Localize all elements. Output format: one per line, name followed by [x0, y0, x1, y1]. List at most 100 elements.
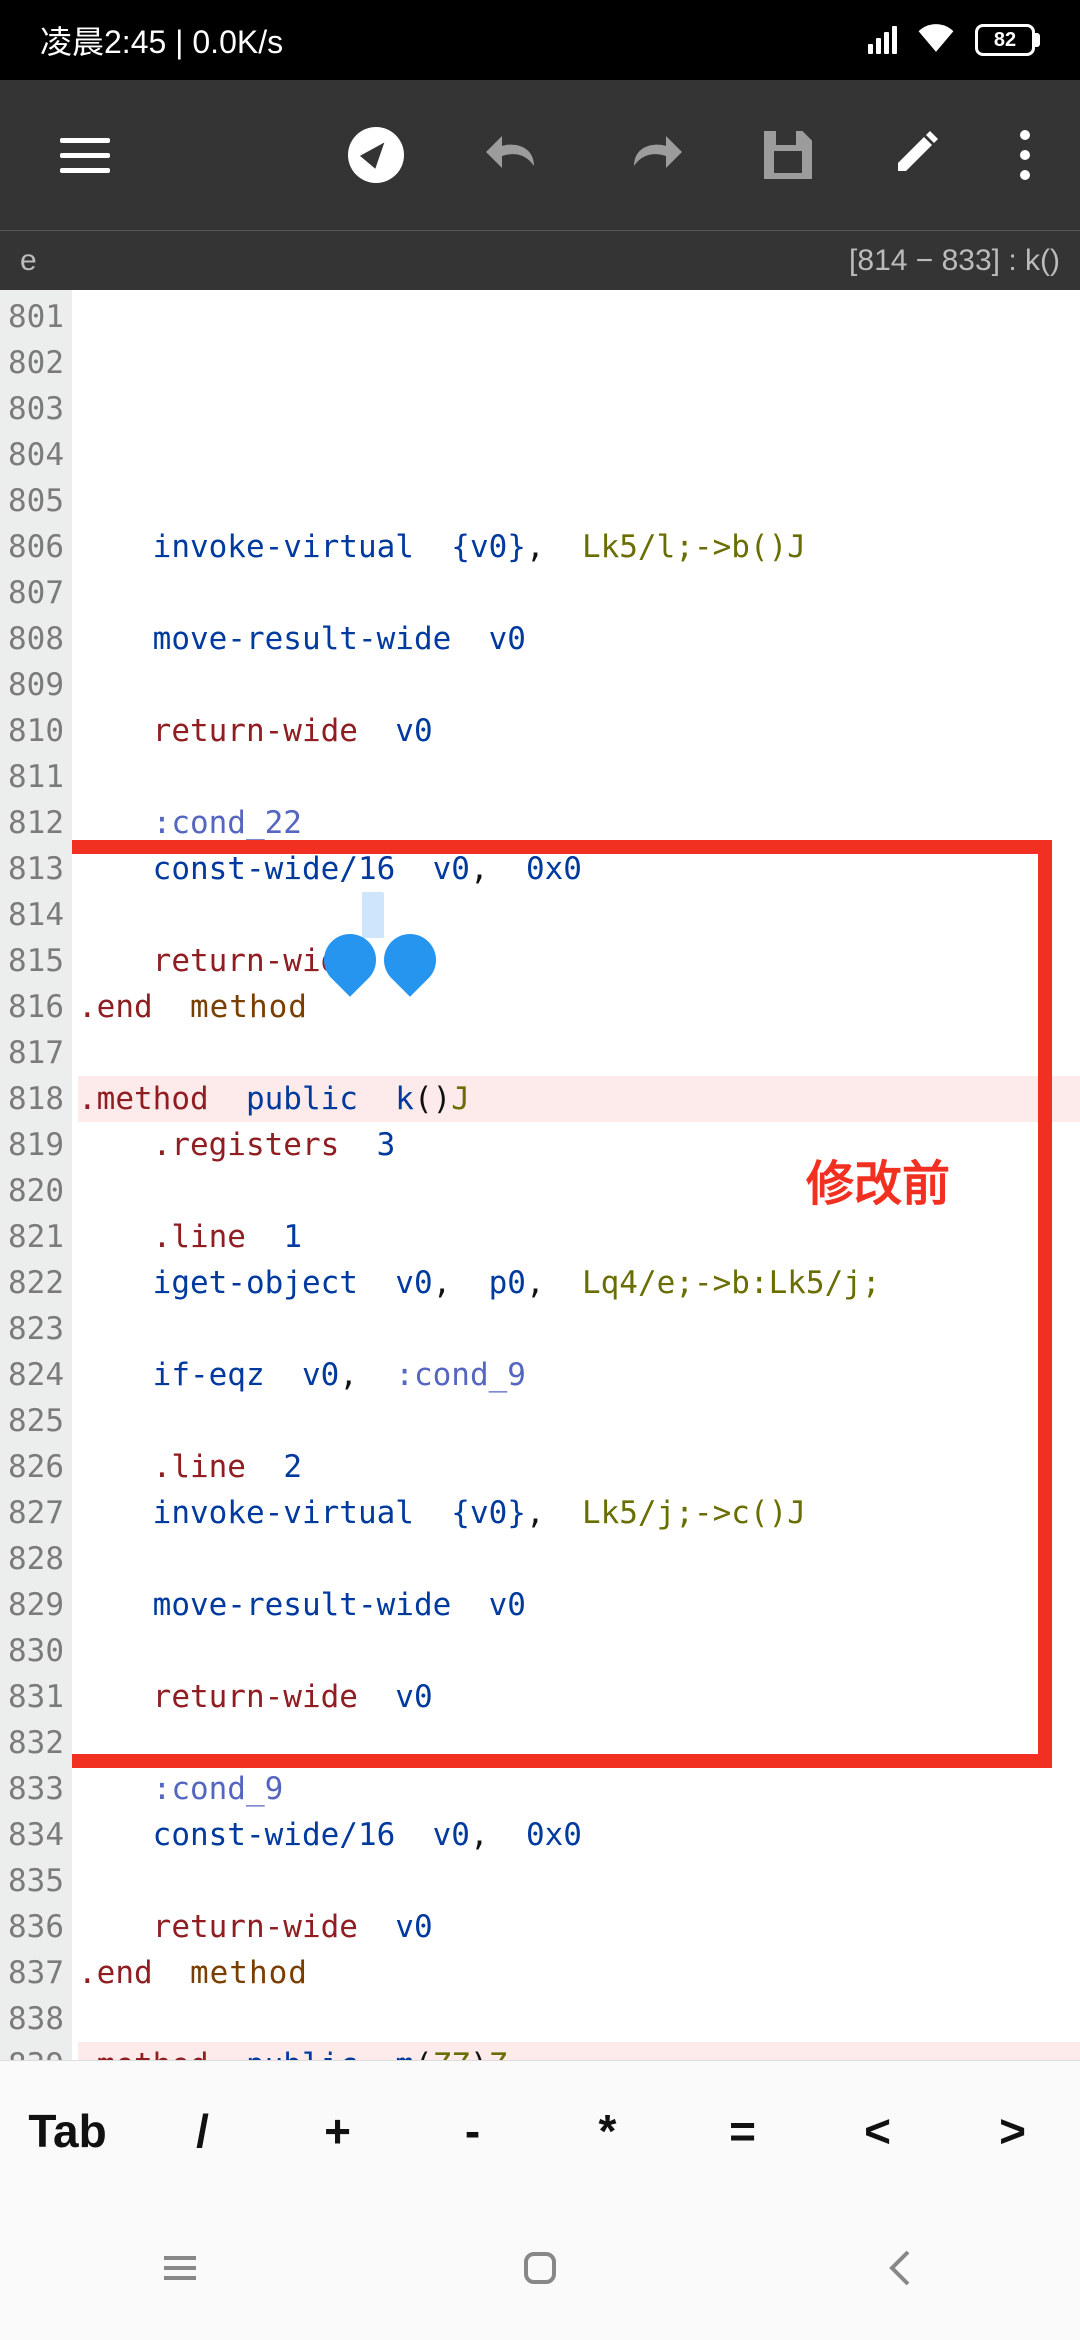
- edit-button[interactable]: [892, 129, 940, 182]
- line-number: 829: [8, 1582, 64, 1628]
- code-line[interactable]: [78, 1996, 1080, 2042]
- code-line[interactable]: .end method: [78, 984, 1080, 1030]
- code-line[interactable]: .method public k()J: [78, 1076, 1080, 1122]
- code-line[interactable]: .method public m(ZZ)Z: [78, 2042, 1080, 2060]
- code-line[interactable]: return-wide v0: [78, 1674, 1080, 1720]
- back-button[interactable]: [874, 2242, 926, 2299]
- code-line[interactable]: [78, 1398, 1080, 1444]
- status-bar: 凌晨2:45 | 0.0K/s 82: [0, 0, 1080, 80]
- line-number-gutter: 8018028038048058068078088098108118128138…: [0, 290, 72, 2060]
- line-number: 835: [8, 1858, 64, 1904]
- status-time-text: 凌晨2:45 | 0.0K/s: [40, 17, 283, 63]
- code-line[interactable]: move-result-wide v0: [78, 616, 1080, 662]
- line-number: 806: [8, 524, 64, 570]
- line-number: 823: [8, 1306, 64, 1352]
- code-line[interactable]: [78, 1720, 1080, 1766]
- code-line[interactable]: [78, 1536, 1080, 1582]
- line-number: 815: [8, 938, 64, 984]
- line-number: 817: [8, 1030, 64, 1076]
- code-line[interactable]: [78, 754, 1080, 800]
- line-number: 803: [8, 386, 64, 432]
- line-number: 807: [8, 570, 64, 616]
- line-number: 836: [8, 1904, 64, 1950]
- wifi-icon: [917, 20, 955, 60]
- key-tab[interactable]: Tab: [0, 2104, 135, 2158]
- line-number: 837: [8, 1950, 64, 1996]
- code-line[interactable]: [78, 1306, 1080, 1352]
- line-number: 831: [8, 1674, 64, 1720]
- line-number: 833: [8, 1766, 64, 1812]
- code-line[interactable]: .line 2: [78, 1444, 1080, 1490]
- key-/[interactable]: /: [135, 2104, 270, 2158]
- code-line[interactable]: const-wide/16 v0, 0x0: [78, 1812, 1080, 1858]
- app-toolbar: [0, 80, 1080, 230]
- system-navbar: [0, 2200, 1080, 2340]
- code-line[interactable]: [78, 1858, 1080, 1904]
- home-button[interactable]: [514, 2242, 566, 2299]
- code-line[interactable]: [78, 478, 1080, 524]
- key-+[interactable]: +: [270, 2104, 405, 2158]
- redo-button[interactable]: [624, 132, 684, 179]
- line-number: 816: [8, 984, 64, 1030]
- code-line[interactable]: return-wide v0: [78, 708, 1080, 754]
- code-line[interactable]: return-wide v0: [78, 938, 1080, 984]
- line-number: 827: [8, 1490, 64, 1536]
- line-number: 804: [8, 432, 64, 478]
- battery-pct: 82: [994, 29, 1016, 52]
- save-button[interactable]: [764, 131, 812, 179]
- code-line[interactable]: :cond_22: [78, 800, 1080, 846]
- line-number: 828: [8, 1536, 64, 1582]
- line-number: 832: [8, 1720, 64, 1766]
- line-number: 825: [8, 1398, 64, 1444]
- status-time: 凌晨2:45 | 0.0K/s: [40, 17, 283, 63]
- code-line[interactable]: [78, 892, 1080, 938]
- code-line[interactable]: iget-object v0, p0, Lq4/e;->b:Lk5/j;: [78, 1260, 1080, 1306]
- key-=[interactable]: =: [675, 2104, 810, 2158]
- code-content[interactable]: 修改前 invoke-virtual {v0}, Lk5/l;->b()J mo…: [72, 290, 1080, 2060]
- key--[interactable]: -: [405, 2104, 540, 2158]
- code-editor[interactable]: 8018028038048058068078088098108118128138…: [0, 290, 1080, 2060]
- code-line[interactable]: const-wide/16 v0, 0x0: [78, 846, 1080, 892]
- line-number: 822: [8, 1260, 64, 1306]
- line-number: 818: [8, 1076, 64, 1122]
- key-<[interactable]: <: [810, 2104, 945, 2158]
- line-number: 821: [8, 1214, 64, 1260]
- code-line[interactable]: [78, 570, 1080, 616]
- symbol-key-row: Tab/+-*=<>: [0, 2060, 1080, 2200]
- line-number: 811: [8, 754, 64, 800]
- code-line[interactable]: invoke-virtual {v0}, Lk5/j;->c()J: [78, 1490, 1080, 1536]
- line-number: 810: [8, 708, 64, 754]
- explore-icon[interactable]: [348, 127, 404, 183]
- line-number: 820: [8, 1168, 64, 1214]
- line-number: 834: [8, 1812, 64, 1858]
- key-*[interactable]: *: [540, 2104, 675, 2158]
- recents-button[interactable]: [154, 2242, 206, 2299]
- battery-icon: 82: [975, 24, 1040, 56]
- line-number: 812: [8, 800, 64, 846]
- code-line[interactable]: move-result-wide v0: [78, 1582, 1080, 1628]
- code-line[interactable]: [78, 1030, 1080, 1076]
- line-number: 802: [8, 340, 64, 386]
- undo-button[interactable]: [484, 132, 544, 179]
- signal-icon: [868, 26, 897, 54]
- line-number: 814: [8, 892, 64, 938]
- line-number: 819: [8, 1122, 64, 1168]
- code-line[interactable]: :cond_9: [78, 1766, 1080, 1812]
- line-number: 809: [8, 662, 64, 708]
- annotation-label: 修改前: [806, 1162, 950, 1208]
- line-number: 838: [8, 1996, 64, 2042]
- code-line[interactable]: if-eqz v0, :cond_9: [78, 1352, 1080, 1398]
- line-number: 824: [8, 1352, 64, 1398]
- more-button[interactable]: [1020, 130, 1030, 180]
- infobar-left: e: [20, 244, 37, 278]
- menu-button[interactable]: [60, 138, 110, 173]
- code-line[interactable]: return-wide v0: [78, 1904, 1080, 1950]
- code-line[interactable]: [78, 662, 1080, 708]
- line-number: 839: [8, 2042, 64, 2060]
- code-line[interactable]: .end method: [78, 1950, 1080, 1996]
- code-line[interactable]: [78, 1628, 1080, 1674]
- key->[interactable]: >: [945, 2104, 1080, 2158]
- line-number: 813: [8, 846, 64, 892]
- code-line[interactable]: invoke-virtual {v0}, Lk5/l;->b()J: [78, 524, 1080, 570]
- code-line[interactable]: .line 1: [78, 1214, 1080, 1260]
